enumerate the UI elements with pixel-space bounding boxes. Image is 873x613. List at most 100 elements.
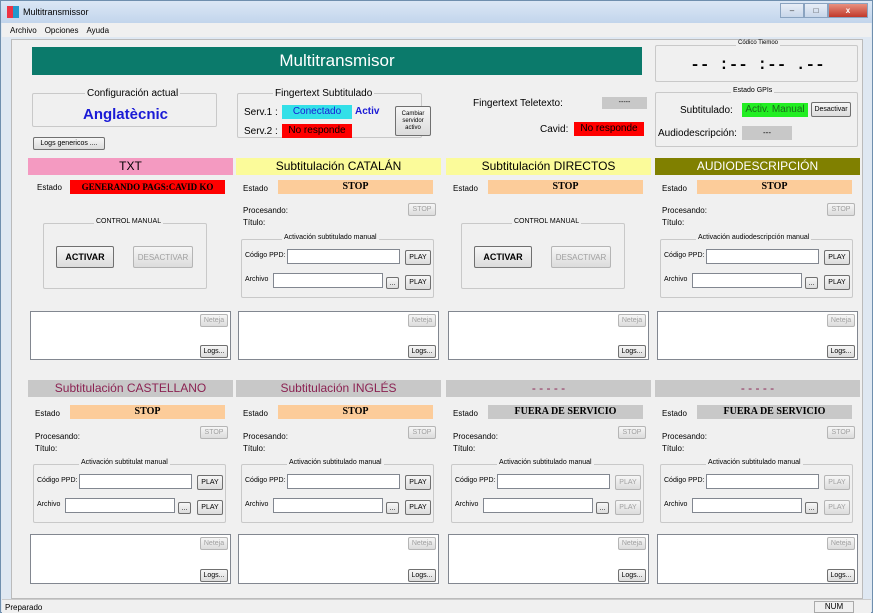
config-name: Anglatècnic bbox=[82, 106, 169, 123]
minimize-button[interactable]: – bbox=[780, 3, 804, 18]
stop-button[interactable]: STOP bbox=[827, 426, 855, 439]
maximize-button[interactable]: □ bbox=[804, 3, 828, 18]
neteja-button[interactable]: Neteja bbox=[827, 537, 855, 550]
fingertext-sub-label: Fingertext Subtitulado bbox=[273, 88, 375, 99]
browse-button[interactable]: ... bbox=[386, 277, 399, 289]
estado-label: Estado bbox=[243, 184, 268, 193]
procesando-label: Procesando: bbox=[453, 432, 498, 441]
archivo-input[interactable] bbox=[65, 498, 175, 513]
neteja-button[interactable]: Neteja bbox=[200, 537, 228, 550]
close-button[interactable]: x bbox=[828, 3, 868, 18]
menu-ayuda[interactable]: Ayuda bbox=[86, 26, 109, 35]
logs-button[interactable]: Logs... bbox=[408, 569, 436, 582]
gpi-deactivate-button[interactable]: Desactivar bbox=[811, 102, 851, 117]
menu-opciones[interactable]: Opciones bbox=[45, 26, 79, 35]
play-codigo-button[interactable]: PLAY bbox=[405, 475, 431, 490]
estado-label: Estado bbox=[243, 409, 268, 418]
deactivate-button[interactable]: DESACTIVAR bbox=[551, 246, 611, 268]
logs-button[interactable]: Logs... bbox=[200, 569, 228, 582]
stop-button[interactable]: STOP bbox=[408, 203, 436, 216]
gpi-sub-label: Subtitulado: bbox=[680, 105, 733, 116]
timecode-value: -- :-- :-- .-- bbox=[690, 56, 825, 74]
gpis-box: Estado GPIs Subtitulado: Activ. Manual D… bbox=[655, 87, 858, 147]
logs-button[interactable]: Logs... bbox=[827, 569, 855, 582]
archivo-label: Archivo bbox=[37, 501, 61, 508]
titulo-label: Título: bbox=[662, 218, 685, 227]
cavid-label: Cavid: bbox=[540, 124, 569, 135]
codigo-input[interactable] bbox=[287, 249, 400, 264]
browse-button[interactable]: ... bbox=[805, 502, 818, 514]
logs-genericos-button[interactable]: Logs genericos .... bbox=[33, 137, 105, 150]
archivo-input[interactable] bbox=[273, 273, 383, 288]
deactivate-button[interactable]: DESACTIVAR bbox=[133, 246, 193, 268]
play-archivo-button[interactable]: PLAY bbox=[615, 500, 641, 515]
play-codigo-button[interactable]: PLAY bbox=[405, 250, 431, 265]
gpi-ad-label: Audiodescripción: bbox=[658, 128, 737, 139]
codigo-input[interactable] bbox=[706, 249, 819, 264]
play-archivo-button[interactable]: PLAY bbox=[405, 500, 431, 515]
activate-button[interactable]: ACTIVAR bbox=[474, 246, 532, 268]
stop-button[interactable]: STOP bbox=[618, 426, 646, 439]
play-archivo-button[interactable]: PLAY bbox=[405, 275, 431, 290]
stop-button[interactable]: STOP bbox=[200, 426, 228, 439]
codigo-input[interactable] bbox=[287, 474, 400, 489]
stop-button[interactable]: STOP bbox=[408, 426, 436, 439]
browse-button[interactable]: ... bbox=[596, 502, 609, 514]
procesando-label: Procesando: bbox=[35, 432, 80, 441]
state-value: STOP bbox=[488, 180, 643, 194]
titulo-label: Título: bbox=[453, 444, 476, 453]
codigo-input[interactable] bbox=[706, 474, 819, 489]
logs-button[interactable]: Logs... bbox=[618, 345, 646, 358]
codigo-input[interactable] bbox=[79, 474, 192, 489]
play-codigo-button[interactable]: PLAY bbox=[824, 475, 850, 490]
manual-activation-box: Activación subtitulado manual Código PPD… bbox=[241, 459, 434, 523]
codigo-label: Código PPD: bbox=[245, 477, 286, 484]
neteja-button[interactable]: Neteja bbox=[408, 537, 436, 550]
state-value: GENERANDO PAGS:CAVID KO bbox=[70, 180, 225, 194]
neteja-button[interactable]: Neteja bbox=[618, 314, 646, 327]
play-archivo-button[interactable]: PLAY bbox=[824, 275, 850, 290]
neteja-button[interactable]: Neteja bbox=[618, 537, 646, 550]
procesando-label: Procesando: bbox=[662, 432, 707, 441]
config-label: Configuración actual bbox=[85, 88, 181, 99]
panel-txt: TXT Estado GENERANDO PAGS:CAVID KO CONTR… bbox=[28, 158, 233, 374]
archivo-input[interactable] bbox=[692, 273, 802, 288]
app-window: Multitransmissor – □ x Archivo Opciones … bbox=[0, 0, 873, 613]
play-archivo-button[interactable]: PLAY bbox=[824, 500, 850, 515]
archivo-label: Archivo bbox=[245, 276, 269, 283]
logs-button[interactable]: Logs... bbox=[408, 345, 436, 358]
archivo-input[interactable] bbox=[692, 498, 802, 513]
neteja-button[interactable]: Neteja bbox=[200, 314, 228, 327]
play-codigo-button[interactable]: PLAY bbox=[615, 475, 641, 490]
change-server-button[interactable]: Cambiar servidor activo bbox=[395, 106, 431, 136]
menu-archivo[interactable]: Archivo bbox=[10, 26, 37, 35]
panel-title: Subtitulación CATALÁN bbox=[236, 158, 441, 175]
play-codigo-button[interactable]: PLAY bbox=[824, 250, 850, 265]
main-area: Multitransmisor Códico Tiemoo -- :-- :--… bbox=[11, 39, 863, 599]
play-archivo-button[interactable]: PLAY bbox=[197, 500, 223, 515]
browse-button[interactable]: ... bbox=[805, 277, 818, 289]
archivo-input[interactable] bbox=[483, 498, 593, 513]
panel-title: Subtitulación CASTELLANO bbox=[28, 380, 233, 397]
activate-button[interactable]: ACTIVAR bbox=[56, 246, 114, 268]
manual-activation-label: Activación subtitulado manual bbox=[282, 234, 379, 241]
browse-button[interactable]: ... bbox=[386, 502, 399, 514]
logs-button[interactable]: Logs... bbox=[200, 345, 228, 358]
stop-button[interactable]: STOP bbox=[827, 203, 855, 216]
logs-button[interactable]: Logs... bbox=[618, 569, 646, 582]
manual-activation-label: Activación subtitulado manual bbox=[497, 459, 594, 466]
neteja-button[interactable]: Neteja bbox=[408, 314, 436, 327]
estado-label: Estado bbox=[37, 183, 62, 192]
state-value: FUERA DE SERVICIO bbox=[697, 405, 852, 419]
play-codigo-button[interactable]: PLAY bbox=[197, 475, 223, 490]
panel-unused-1: - - - - - Estado FUERA DE SERVICIO Proce… bbox=[446, 380, 651, 596]
neteja-button[interactable]: Neteja bbox=[827, 314, 855, 327]
estado-label: Estado bbox=[662, 409, 687, 418]
panel-castellano: Subtitulación CASTELLANO Estado STOP Pro… bbox=[28, 380, 233, 596]
browse-button[interactable]: ... bbox=[178, 502, 191, 514]
codigo-input[interactable] bbox=[497, 474, 610, 489]
titulo-label: Título: bbox=[243, 444, 266, 453]
archivo-input[interactable] bbox=[273, 498, 383, 513]
logs-button[interactable]: Logs... bbox=[827, 345, 855, 358]
num-lock-indicator: NUM bbox=[814, 601, 854, 613]
